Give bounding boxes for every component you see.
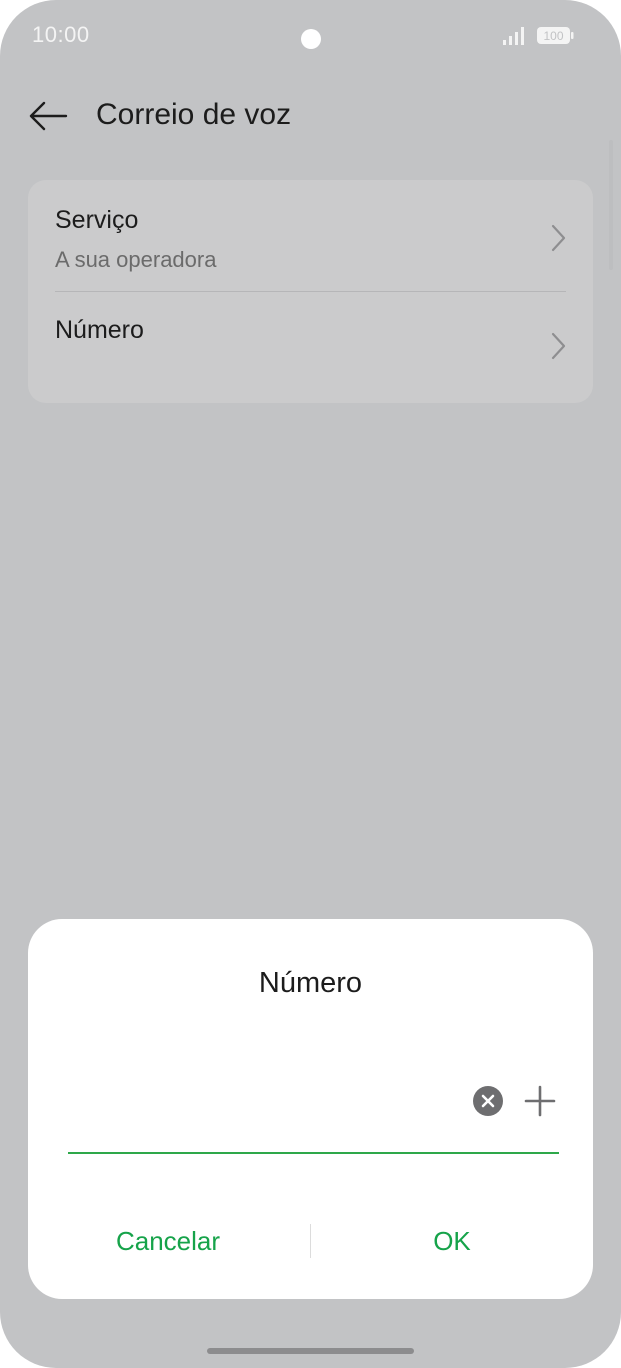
settings-item-subtitle: A sua operadora <box>55 247 217 272</box>
chevron-right-icon <box>551 224 566 252</box>
scrollbar <box>609 140 613 270</box>
settings-item-number[interactable]: Número <box>28 292 593 403</box>
battery-icon: 100 <box>537 27 574 44</box>
voicemail-settings-card: Serviço A sua operadora Número <box>28 180 593 403</box>
number-dialog: Número Cancelar OK <box>28 919 593 1299</box>
phone-screen: 10:00 100 Correio de voz Serviço A sua o… <box>0 0 621 1368</box>
input-underline <box>68 1152 559 1154</box>
signal-icon <box>503 27 524 45</box>
ok-button[interactable]: OK <box>311 1219 593 1263</box>
status-time: 10:00 <box>32 22 90 47</box>
settings-item-service[interactable]: Serviço A sua operadora <box>28 180 593 291</box>
back-arrow-icon[interactable] <box>28 96 68 136</box>
page-title: Correio de voz <box>96 98 292 131</box>
number-input[interactable] <box>68 1069 492 1131</box>
plus-icon[interactable] <box>524 1085 556 1117</box>
camera-cutout <box>301 29 321 49</box>
clear-icon[interactable] <box>472 1085 504 1117</box>
settings-item-title: Número <box>55 316 144 344</box>
cancel-button[interactable]: Cancelar <box>28 1219 308 1263</box>
battery-level: 100 <box>543 29 563 43</box>
dialog-title: Número <box>258 967 363 999</box>
chevron-right-icon <box>551 332 566 360</box>
settings-item-title: Serviço <box>55 206 139 234</box>
home-indicator[interactable] <box>207 1348 414 1354</box>
